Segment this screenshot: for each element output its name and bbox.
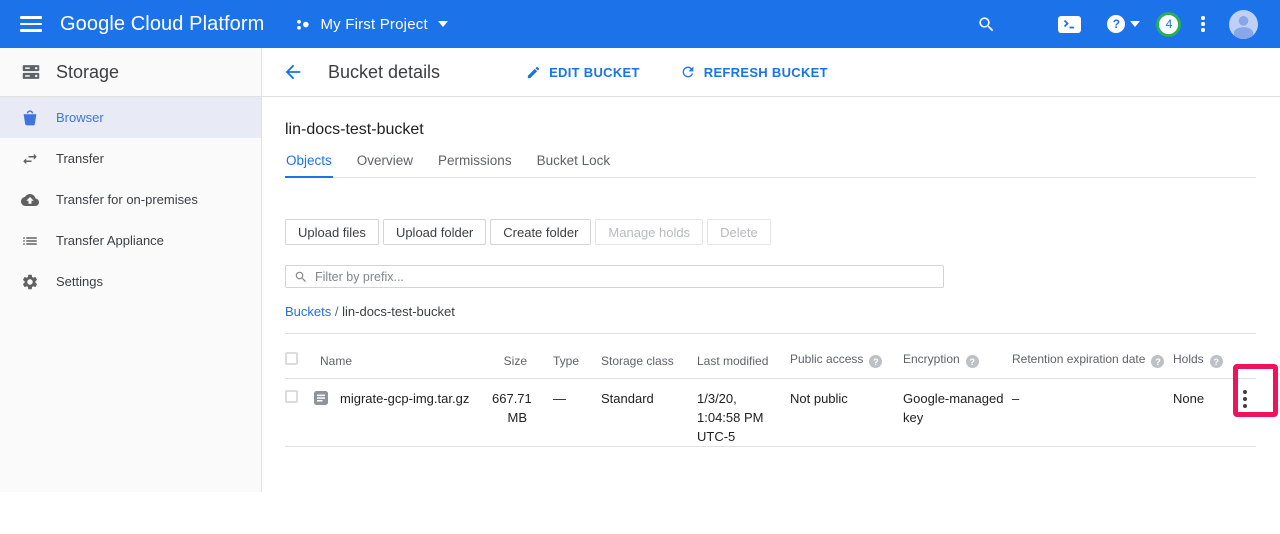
breadcrumb-separator: / — [335, 304, 339, 319]
cloud-shell-icon[interactable] — [1058, 16, 1081, 33]
page-title: Bucket details — [328, 62, 440, 83]
cell-storage-class: Standard — [601, 379, 697, 446]
project-name: My First Project — [320, 16, 427, 33]
cell-type: — — [553, 379, 601, 446]
help-icon[interactable]: ? — [966, 355, 979, 368]
refresh-bucket-button[interactable]: REFRESH BUCKET — [680, 64, 828, 80]
main-content: Bucket details EDIT BUCKET REFRESH BUCKE… — [262, 48, 1280, 492]
tab-objects[interactable]: Objects — [285, 153, 333, 178]
breadcrumb-buckets-link[interactable]: Buckets — [285, 304, 331, 319]
help-menu[interactable]: ? — [1107, 15, 1140, 33]
tab-bar: Objects Overview Permissions Bucket Lock — [285, 153, 1256, 178]
swap-arrows-icon — [21, 150, 39, 168]
avatar[interactable] — [1229, 10, 1258, 39]
refresh-icon — [680, 64, 696, 80]
sidebar-title: Storage — [56, 62, 119, 83]
search-icon — [294, 270, 308, 284]
select-all-checkbox[interactable] — [285, 352, 298, 365]
cell-encryption: Google-managed key — [903, 379, 1012, 446]
sidebar-item-browser[interactable]: Browser — [0, 97, 261, 138]
upload-files-button[interactable]: Upload files — [285, 219, 379, 245]
column-holds: Holds? — [1173, 352, 1233, 379]
column-type: Type — [553, 354, 601, 378]
object-name-link[interactable]: migrate-gcp-img.tar.gz — [340, 389, 469, 408]
pencil-icon — [526, 65, 541, 80]
sidebar-item-transfer-on-premises[interactable]: Transfer for on-premises — [0, 179, 261, 220]
column-last-modified: Last modified — [697, 354, 790, 378]
gear-icon — [21, 273, 39, 291]
row-checkbox[interactable] — [285, 390, 298, 403]
filter-field — [285, 265, 944, 288]
arrow-back-icon — [282, 61, 304, 83]
sidebar-item-label: Transfer Appliance — [56, 233, 164, 248]
help-icon[interactable]: ? — [1151, 355, 1164, 368]
sidebar-item-label: Transfer — [56, 151, 104, 166]
sidebar-item-settings[interactable]: Settings — [0, 261, 261, 302]
cloud-upload-icon — [21, 191, 39, 209]
project-icon — [296, 17, 311, 32]
refresh-bucket-label: REFRESH BUCKET — [704, 65, 828, 80]
column-public-access: Public access? — [790, 352, 903, 379]
help-icon: ? — [1107, 15, 1125, 33]
chevron-down-icon — [438, 21, 448, 27]
create-folder-button[interactable]: Create folder — [490, 219, 591, 245]
back-button[interactable] — [282, 60, 306, 84]
gcp-logo-text[interactable]: Google Cloud Platform — [60, 13, 264, 36]
sidebar-nav: Browser Transfer Transfer for on-premise… — [0, 97, 261, 302]
gcp-console-page: Google Cloud Platform My First Project ?… — [0, 0, 1280, 534]
cell-holds: None — [1173, 379, 1233, 446]
sidebar-item-label: Transfer for on-premises — [56, 192, 198, 207]
breadcrumb: Buckets / lin-docs-test-bucket — [285, 304, 1256, 319]
row-menu-button[interactable] — [1239, 388, 1251, 446]
manage-holds-button: Manage holds — [595, 219, 703, 245]
table-header: Name Size Type Storage class Last modifi… — [285, 334, 1256, 379]
notifications-badge[interactable]: 4 — [1156, 12, 1181, 37]
delete-button: Delete — [707, 219, 771, 245]
help-icon[interactable]: ? — [869, 355, 882, 368]
cell-last-modified: 1/3/20, 1:04:58 PM UTC-5 — [697, 379, 790, 446]
app-bar: Google Cloud Platform My First Project ?… — [0, 0, 1280, 48]
column-encryption: Encryption? — [903, 352, 1012, 379]
sidebar-item-transfer[interactable]: Transfer — [0, 138, 261, 179]
object-toolbar: Upload files Upload folder Create folder… — [285, 219, 1256, 245]
chevron-down-icon — [1130, 21, 1140, 27]
bucket-name: lin-docs-test-bucket — [285, 121, 1256, 139]
table-row: migrate-gcp-img.tar.gz 667.71 MB — Stand… — [285, 379, 1256, 447]
cell-public-access: Not public — [790, 379, 903, 446]
tab-overview[interactable]: Overview — [356, 153, 414, 178]
column-storage-class: Storage class — [601, 354, 697, 378]
column-spacer — [1233, 368, 1256, 378]
column-name: Name — [313, 354, 492, 378]
sidebar: Storage Browser Transfer Transfer for on… — [0, 48, 262, 492]
storage-icon — [20, 61, 42, 83]
filter-input[interactable] — [315, 270, 935, 284]
sidebar-item-label: Settings — [56, 274, 103, 289]
edit-bucket-button[interactable]: EDIT BUCKET — [526, 65, 640, 80]
sidebar-item-transfer-appliance[interactable]: Transfer Appliance — [0, 220, 261, 261]
tab-bucket-lock[interactable]: Bucket Lock — [536, 153, 612, 178]
hamburger-menu-icon[interactable] — [20, 12, 44, 36]
cell-size: 667.71 MB — [492, 379, 553, 446]
sidebar-header: Storage — [0, 48, 261, 97]
sidebar-item-label: Browser — [56, 110, 104, 125]
transfer-appliance-icon — [21, 232, 39, 250]
breadcrumb-current: lin-docs-test-bucket — [342, 304, 455, 319]
help-icon[interactable]: ? — [1210, 355, 1223, 368]
edit-bucket-label: EDIT BUCKET — [549, 65, 640, 80]
tab-permissions[interactable]: Permissions — [437, 153, 513, 178]
search-icon[interactable] — [977, 15, 996, 34]
upload-folder-button[interactable]: Upload folder — [383, 219, 486, 245]
column-size: Size — [492, 354, 553, 378]
project-selector[interactable]: My First Project — [296, 16, 447, 33]
bucket-icon — [21, 109, 39, 127]
cell-retention: – — [1012, 379, 1173, 446]
file-icon — [313, 390, 329, 406]
page-header: Bucket details EDIT BUCKET REFRESH BUCKE… — [262, 48, 1280, 97]
column-retention: Retention expiration date? — [1012, 352, 1173, 379]
overflow-menu-icon[interactable] — [1201, 16, 1205, 32]
